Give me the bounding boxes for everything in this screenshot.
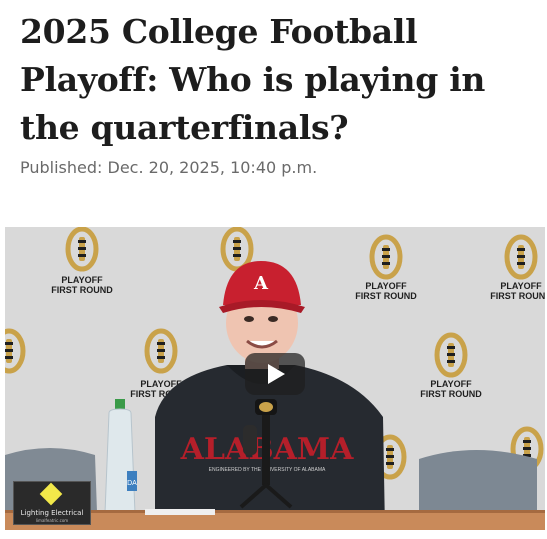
sponsor-mark-icon — [39, 482, 63, 506]
play-icon — [268, 364, 285, 384]
svg-text:A: A — [253, 273, 269, 294]
sponsor-logo: Lighting Electrical limalfeatric.com — [13, 481, 91, 525]
svg-text:FIRST ROUND: FIRST ROUND — [420, 389, 482, 399]
svg-text:FIRST ROUND: FIRST ROUND — [355, 291, 417, 301]
article-headline: 2025 College Football Playoff: Who is pl… — [20, 12, 486, 147]
svg-text:PLAYOFF: PLAYOFF — [61, 275, 103, 285]
play-button[interactable] — [245, 353, 305, 395]
svg-text:FIRST ROUND: FIRST ROUND — [51, 285, 113, 295]
svg-text:PLAYOFF: PLAYOFF — [500, 281, 542, 291]
svg-text:FIRST ROUND: FIRST ROUND — [490, 291, 545, 301]
published-date: Published: Dec. 20, 2025, 10:40 p.m. — [20, 158, 318, 177]
svg-text:PLAYOFF: PLAYOFF — [430, 379, 472, 389]
sponsor-name: Lighting Electrical — [20, 509, 84, 517]
svg-text:DA: DA — [127, 480, 137, 487]
video-player[interactable]: PLAYOFF FIRST ROUND PLAYOFF FIRST ROUND … — [5, 227, 545, 530]
sponsor-url: limalfeatric.com — [35, 518, 69, 523]
svg-text:PLAYOFF: PLAYOFF — [365, 281, 407, 291]
